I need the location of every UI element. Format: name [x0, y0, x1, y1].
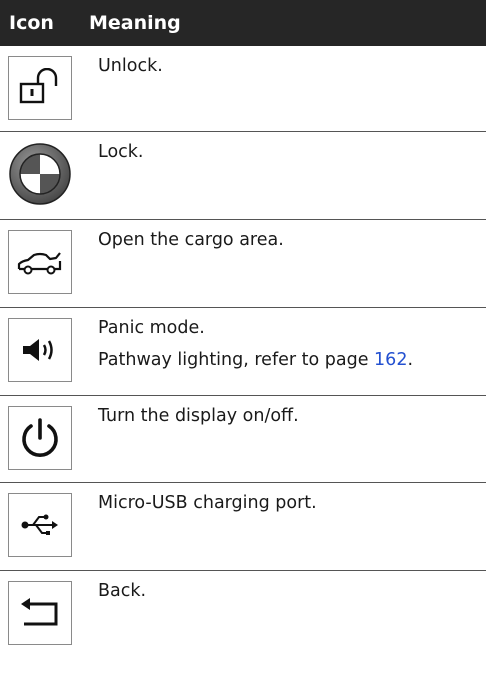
unlock-icon — [8, 56, 72, 120]
usb-icon — [8, 493, 72, 557]
header-meaning-column: Meaning — [89, 12, 181, 34]
meaning-text: Turn the display on/off. — [98, 406, 299, 426]
row-meaning: Back. — [98, 579, 146, 611]
table-row: Back. — [0, 571, 486, 661]
table-row: Unlock. — [0, 46, 486, 132]
icon-meaning-table: Icon Meaning Unlock. Lock. Open the carg… — [0, 0, 486, 661]
back-arrow-icon — [8, 581, 72, 645]
bmw-logo-lock-icon — [8, 142, 72, 206]
meaning-text: Open the cargo area. — [98, 230, 284, 250]
table-row: Lock. — [0, 132, 486, 220]
row-meaning: Lock. — [98, 140, 143, 172]
row-meaning: Turn the display on/off. — [98, 404, 299, 436]
table-row: Open the cargo area. — [0, 220, 486, 308]
table-row: Turn the display on/off. — [0, 396, 486, 483]
meaning-text: Panic mode. — [98, 318, 205, 338]
power-icon — [8, 406, 72, 470]
car-trunk-open-icon — [8, 230, 72, 294]
meaning-text: Unlock. — [98, 56, 163, 76]
table-header: Icon Meaning — [0, 0, 486, 46]
meaning-text: Micro-USB charging port. — [98, 493, 317, 513]
meaning-text-secondary: Pathway lighting, refer to page 162. — [98, 348, 413, 372]
meaning-text: Lock. — [98, 142, 144, 162]
speaker-panic-icon — [8, 318, 72, 382]
meaning-text: Back. — [98, 581, 147, 601]
row-meaning: Panic mode. Pathway lighting, refer to p… — [98, 316, 413, 380]
pathway-text: Pathway lighting, refer to page — [98, 350, 375, 370]
row-meaning: Micro-USB charging port. — [98, 491, 317, 523]
page-link[interactable]: 162 — [374, 350, 407, 370]
table-row: Panic mode. Pathway lighting, refer to p… — [0, 308, 486, 396]
table-row: Micro-USB charging port. — [0, 483, 486, 571]
row-meaning: Open the cargo area. — [98, 228, 284, 260]
header-icon-column: Icon — [9, 12, 54, 34]
row-meaning: Unlock. — [98, 54, 163, 86]
period: . — [407, 350, 414, 370]
